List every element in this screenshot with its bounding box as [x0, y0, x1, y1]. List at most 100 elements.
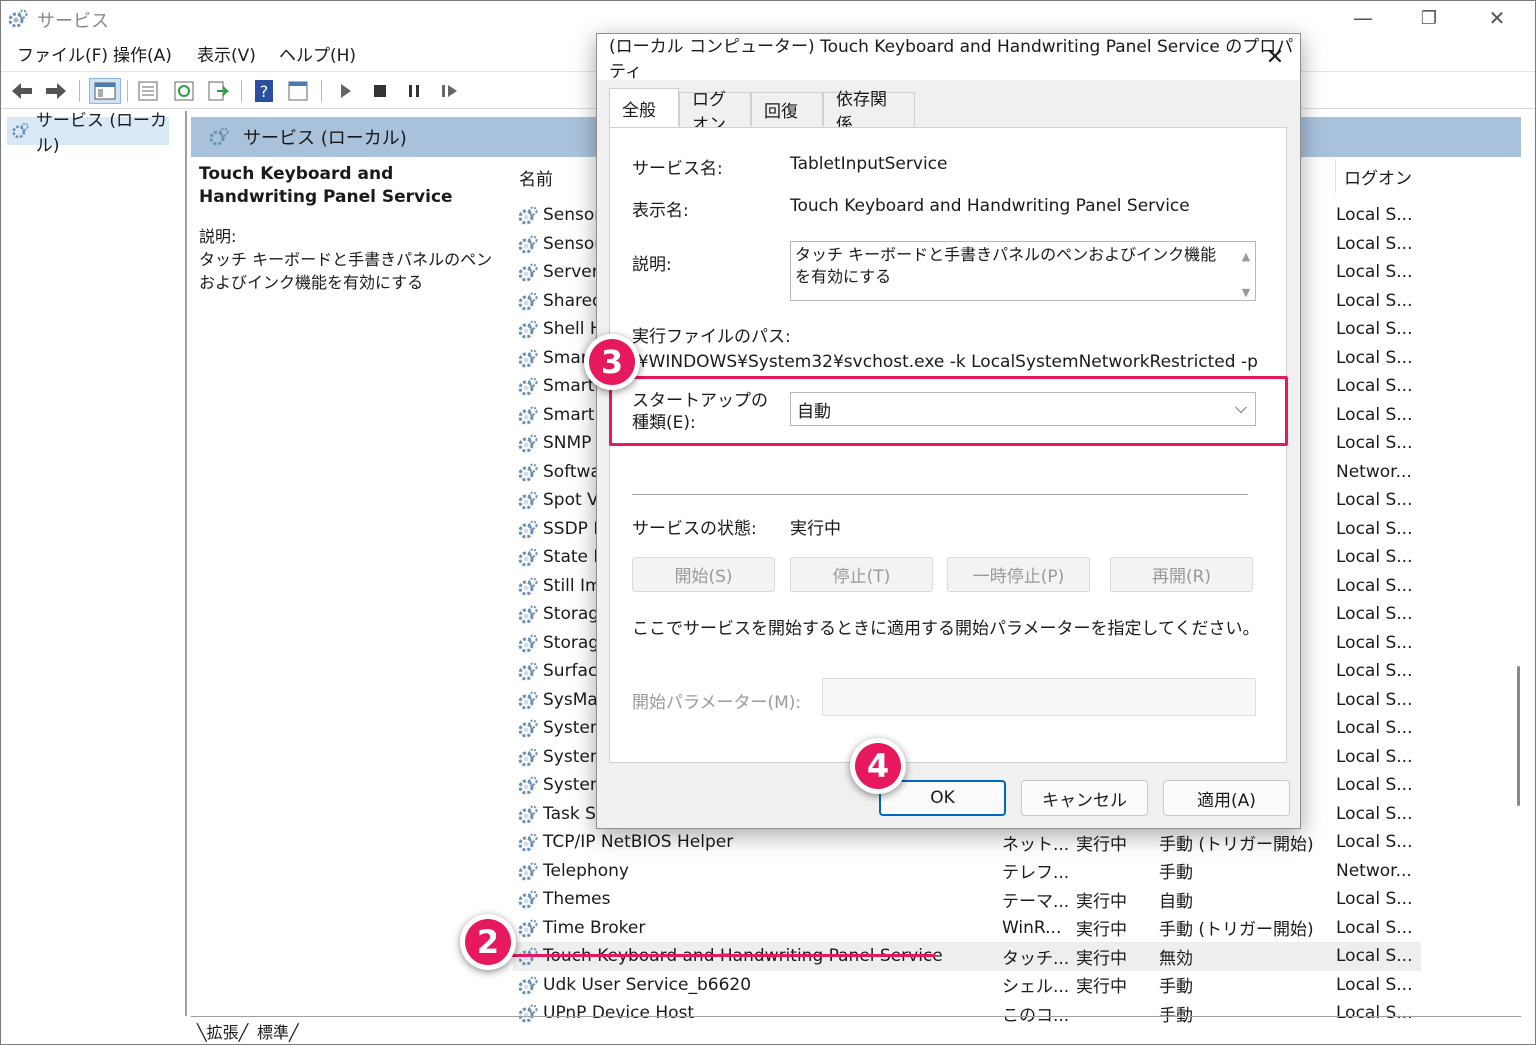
description-label: 説明:	[199, 227, 237, 246]
console-tree: サービス (ローカル)	[1, 111, 187, 1016]
cell-name: Udk User Service_b6620	[543, 974, 752, 995]
cell-status: 実行中	[1076, 834, 1127, 855]
cell-logon: Local S...	[1336, 604, 1413, 625]
cell-desc: シェル...	[1002, 977, 1070, 998]
cell-status: 実行中	[1076, 948, 1127, 969]
column-header-name[interactable]: 名前	[519, 159, 553, 195]
gear-icon	[517, 291, 539, 313]
play-icon[interactable]	[333, 78, 359, 104]
tab-dependencies[interactable]: 依存関係	[823, 90, 915, 135]
gear-icon	[12, 122, 29, 139]
help-icon[interactable]: ?	[251, 78, 277, 104]
menu-help[interactable]: ヘルプ(H)	[279, 41, 356, 66]
gear-icon	[517, 718, 539, 740]
properties-icon[interactable]	[135, 78, 161, 104]
start-parameters-input[interactable]	[822, 678, 1256, 716]
start-parameters-label: 開始パラメーター(M):	[632, 693, 802, 713]
dialog-title: (ローカル コンピューター) Touch Keyboard and Handwr…	[609, 37, 1294, 82]
tab-general[interactable]: 全般	[609, 88, 679, 128]
scroll-thumb[interactable]	[1517, 666, 1520, 806]
maximize-button[interactable]: ❐	[1395, 1, 1463, 35]
gear-icon	[517, 661, 539, 683]
tree-item-services-local[interactable]: サービス (ローカル)	[7, 111, 169, 156]
tree-item-label: サービス (ローカル)	[35, 111, 167, 156]
gear-icon	[517, 576, 539, 598]
gear-icon	[517, 918, 539, 940]
cell-logon: Local S...	[1336, 319, 1413, 340]
cell-logon: Local S...	[1336, 832, 1413, 853]
refresh-icon[interactable]	[171, 78, 197, 104]
cell-name: Telephony	[543, 860, 629, 881]
tab-recovery[interactable]: 回復	[751, 92, 823, 126]
resume-button[interactable]: 再開(R)	[1110, 557, 1253, 592]
cell-name: Time Broker	[543, 917, 646, 938]
cell-logon: Networ...	[1336, 860, 1412, 881]
window-title: サービス	[37, 11, 109, 32]
stop-icon[interactable]	[367, 78, 393, 104]
pause-button[interactable]: 一時停止(P)	[947, 557, 1090, 592]
cell-logon: Local S...	[1336, 376, 1413, 397]
cancel-button[interactable]: キャンセル	[1021, 780, 1148, 816]
gear-icon	[517, 348, 539, 370]
gear-icon	[517, 804, 539, 826]
forward-icon[interactable]	[43, 78, 69, 104]
menu-file[interactable]: ファイル(F)	[17, 41, 108, 66]
apply-button[interactable]: 適用(A)	[1163, 780, 1290, 816]
scroll-up-icon[interactable]: ▲	[1239, 246, 1253, 263]
cell-name: TCP/IP NetBIOS Helper	[543, 832, 734, 853]
stop-button[interactable]: 停止(T)	[790, 557, 933, 592]
tab-extended[interactable]: ╲拡張╱	[197, 1019, 248, 1043]
back-icon[interactable]	[9, 78, 35, 104]
cell-status: 実行中	[1076, 920, 1127, 941]
cell-startup: 手動 (トリガー開始)	[1159, 834, 1314, 855]
pause-icon[interactable]	[401, 78, 427, 104]
table-row[interactable]: TCP/IP NetBIOS Helper ネット... 実行中 手動 (トリガー開始…	[513, 828, 1421, 857]
description-textbox[interactable]: タッチ キーボードと手書きパネルのペンおよびインク機能を有効にする ▲ ▼	[790, 241, 1256, 301]
cell-logon: Local S...	[1336, 775, 1413, 796]
cell-desc: テーマ...	[1002, 891, 1070, 912]
cell-logon: Local S...	[1336, 632, 1413, 653]
step-2-badge: 2	[460, 914, 516, 970]
scroll-down-icon[interactable]: ▼	[1239, 282, 1253, 299]
path-label: 実行ファイルのパス:	[632, 327, 791, 347]
step-3-number: 3	[589, 339, 635, 385]
dialog-title-bar: (ローカル コンピューター) Touch Keyboard and Handwr…	[597, 34, 1300, 82]
table-row[interactable]: Telephony テレフ... 手動 Networ...	[513, 857, 1421, 886]
export-icon[interactable]	[205, 78, 231, 104]
cell-logon: Local S...	[1336, 205, 1413, 226]
startup-type-highlight	[609, 376, 1288, 446]
minimize-button[interactable]: —	[1329, 1, 1397, 35]
vertical-scrollbar[interactable]	[1513, 151, 1527, 1011]
tab-logon[interactable]: ログオン	[679, 90, 751, 135]
table-row[interactable]: Themes テーマ... 実行中 自動 Local S...	[513, 885, 1421, 914]
table-row[interactable]: Time Broker WinR... 実行中 手動 (トリガー開始) Local S.…	[513, 914, 1421, 943]
table-row[interactable]: Udk User Service_b6620 シェル... 実行中 手動 Local S…	[513, 971, 1421, 1000]
gear-icon	[517, 234, 539, 256]
gear-icon	[517, 205, 539, 227]
gear-icon	[517, 262, 539, 284]
cell-desc: タッチ...	[1002, 948, 1070, 969]
column-header-logon[interactable]: ログオン	[1335, 159, 1412, 193]
view-icon[interactable]	[285, 78, 311, 104]
tab-standard[interactable]: 標準╱	[257, 1019, 299, 1043]
cell-logon: Local S...	[1336, 575, 1413, 596]
path-value: :¥WINDOWS¥System32¥svchost.exe -k LocalS…	[632, 352, 1258, 372]
start-button[interactable]: 開始(S)	[632, 557, 775, 592]
gear-icon	[517, 519, 539, 541]
cell-status: 実行中	[1076, 891, 1127, 912]
menu-view[interactable]: 表示(V)	[197, 41, 256, 66]
cell-logon: Local S...	[1336, 661, 1413, 682]
close-icon[interactable]: ✕	[1260, 42, 1290, 72]
cell-logon: Networ...	[1336, 461, 1412, 482]
restart-icon[interactable]	[437, 78, 463, 104]
cell-startup: 手動 (トリガー開始)	[1159, 920, 1314, 941]
menu-action[interactable]: 操作(A)	[113, 41, 172, 66]
cell-logon: Local S...	[1336, 233, 1413, 254]
cell-logon: Local S...	[1336, 262, 1413, 283]
close-button[interactable]: ✕	[1463, 1, 1531, 35]
console-tree-icon[interactable]	[89, 78, 121, 104]
service-name-label: サービス名:	[632, 159, 723, 179]
description-field-text: タッチ キーボードと手書きパネルのペンおよびインク機能を有効にする	[795, 245, 1217, 286]
gear-icon	[517, 832, 539, 854]
pane-header-title: サービス (ローカル)	[243, 128, 407, 149]
